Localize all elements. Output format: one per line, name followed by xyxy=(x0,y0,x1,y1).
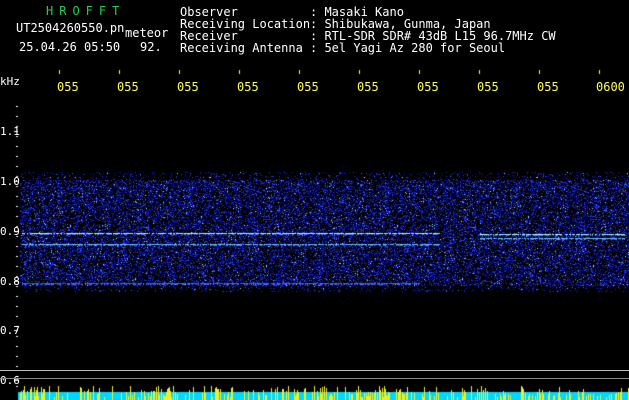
program-name: HROFFT xyxy=(46,4,126,18)
x-tick-label: 055 xyxy=(357,80,379,94)
x-tick-label: 055 xyxy=(477,80,499,94)
x-tick-label: 055 xyxy=(417,80,439,94)
meteor-label: meteor xyxy=(125,26,169,40)
datetime: 25.04.26 05:50 xyxy=(19,40,121,54)
x-tick-label: 055 xyxy=(177,80,199,94)
x-tick-label: 055 xyxy=(297,80,319,94)
y-tick-label: 0.6 xyxy=(0,374,20,387)
divider-line xyxy=(0,378,629,379)
filename: UT2504260550.pn xyxy=(16,21,125,35)
antenna-value: : 5el Yagi Az 280 for Seoul xyxy=(310,41,506,55)
y-tick-label: 1.1 xyxy=(0,125,20,138)
divider-line xyxy=(0,370,629,371)
x-tick-label: 0600 xyxy=(596,80,625,94)
antenna-label: Receiving Antenna xyxy=(180,41,303,55)
y-tick-label: 0.9 xyxy=(0,225,20,238)
y-axis-unit: kHz xyxy=(0,75,20,88)
y-tick-label: 0.8 xyxy=(0,275,20,288)
y-tick-label: 0.7 xyxy=(0,324,20,337)
x-tick-label: 055 xyxy=(537,80,559,94)
x-tick-label: 055 xyxy=(57,80,79,94)
x-tick-label: 055 xyxy=(117,80,139,94)
meteor-count: 92. xyxy=(140,40,162,54)
y-tick-label: 1.0 xyxy=(0,175,20,188)
spectrogram xyxy=(0,0,629,400)
x-tick-label: 055 xyxy=(237,80,259,94)
